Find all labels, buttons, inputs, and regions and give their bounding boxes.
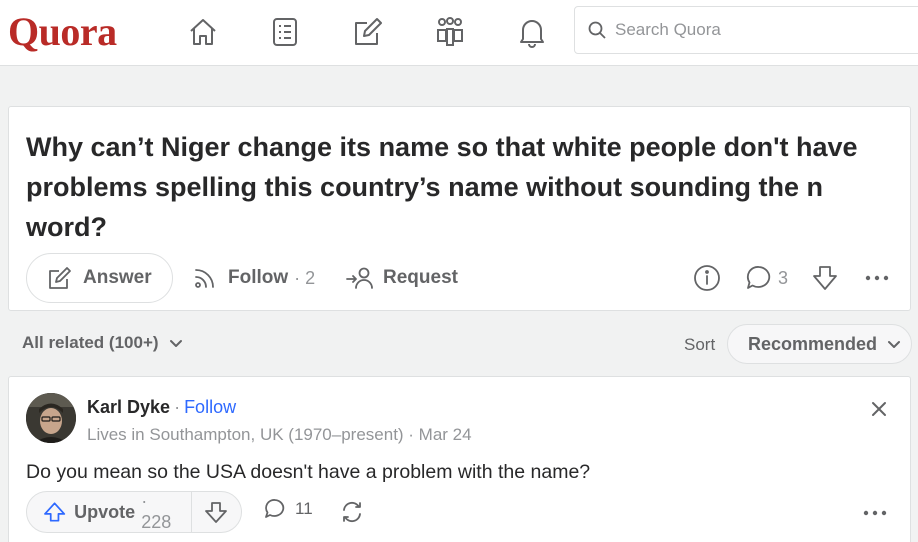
separator-dot: ·	[174, 397, 181, 417]
upvote-label: Upvote	[74, 501, 136, 522]
request-button[interactable]: Request	[345, 253, 458, 303]
answer-button[interactable]: Answer	[26, 253, 173, 303]
all-related-label: All related (100+)	[22, 333, 159, 352]
follow-label: Follow	[228, 267, 289, 288]
author-credential: Lives in Southampton, UK (1970–present) …	[87, 425, 472, 444]
answer-comment-count: 11	[295, 499, 313, 518]
pencil-icon	[49, 267, 71, 289]
answer-icon[interactable]	[348, 12, 388, 52]
downvote-arrow-icon	[205, 502, 228, 523]
upvote-count: · 228	[141, 491, 172, 532]
spaces-icon[interactable]	[430, 12, 470, 52]
request-person-icon	[346, 267, 373, 289]
follow-count: · 2	[294, 267, 316, 288]
author-name[interactable]: Karl Dyke	[87, 397, 170, 418]
sort-label: Sort	[684, 335, 716, 354]
follow-question-button[interactable]: Follow · 2	[192, 253, 315, 303]
search-box[interactable]	[574, 6, 918, 54]
downvote-question-icon[interactable]	[810, 259, 840, 297]
question-title[interactable]: Why can’t Niger change its name so that …	[26, 127, 896, 247]
all-related-filter[interactable]: All related (100+)	[22, 333, 185, 353]
author-line: Karl Dyke · Follow	[87, 397, 236, 418]
request-label: Request	[383, 267, 458, 288]
follow-author-link[interactable]: Follow	[184, 397, 236, 418]
downvote-button[interactable]	[192, 492, 241, 532]
sort-value: Recommended	[748, 333, 878, 354]
vote-controls: Upvote · 228	[26, 491, 242, 533]
question-comment-count: 3	[778, 267, 789, 288]
comment-icon	[746, 266, 771, 289]
info-icon[interactable]	[692, 259, 722, 297]
top-navigation-bar: Quora	[0, 0, 918, 66]
chevron-down-icon	[888, 341, 901, 348]
answer-label: Answer	[83, 267, 152, 288]
share-icon[interactable]	[339, 499, 365, 525]
upvote-button[interactable]: Upvote · 228	[27, 491, 192, 532]
search-input[interactable]	[615, 20, 895, 40]
upvote-arrow-icon	[44, 502, 66, 522]
answer-text[interactable]: Do you mean so the USA doesn't have a pr…	[26, 461, 590, 484]
home-icon[interactable]	[183, 12, 223, 52]
answer-comments-button[interactable]: 11	[263, 497, 313, 521]
quora-logo[interactable]: Quora	[8, 8, 117, 55]
search-icon	[588, 21, 606, 39]
answer-card: Karl Dyke · Follow Lives in Southampton,…	[8, 376, 911, 542]
question-comments[interactable]: 3	[744, 259, 788, 297]
follow-signal-icon	[195, 269, 214, 288]
question-card: Why can’t Niger change its name so that …	[8, 106, 911, 311]
close-icon[interactable]	[865, 395, 893, 423]
answer-more-options-icon[interactable]	[861, 505, 889, 523]
comment-icon	[265, 499, 285, 518]
author-avatar[interactable]	[26, 393, 76, 443]
more-options-icon[interactable]	[862, 259, 892, 297]
notifications-icon[interactable]	[512, 12, 552, 52]
following-icon[interactable]	[265, 12, 305, 52]
sort-dropdown[interactable]: Recommended	[727, 324, 912, 364]
chevron-down-icon	[169, 340, 182, 347]
